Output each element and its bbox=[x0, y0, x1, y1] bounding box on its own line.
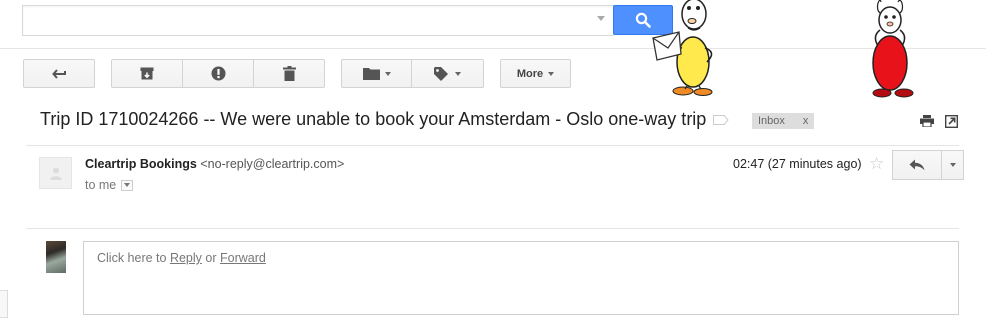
yellow-mascot-icon bbox=[652, 0, 713, 96]
new-window-icon[interactable] bbox=[945, 115, 958, 128]
sender-email: <no-reply@cleartrip.com> bbox=[200, 157, 345, 171]
red-mascot-icon bbox=[872, 0, 914, 98]
inbox-label-chip[interactable]: Inbox x bbox=[752, 113, 815, 129]
folder-icon bbox=[362, 68, 380, 80]
delete-button[interactable] bbox=[254, 59, 325, 88]
email-timestamp: 02:47 (27 minutes ago) bbox=[733, 157, 862, 171]
search-input[interactable] bbox=[22, 5, 614, 36]
search-options-dropdown[interactable] bbox=[597, 16, 605, 21]
gmail-message-view: More Trip ID 1710024266 -- We were unabl… bbox=[0, 0, 986, 335]
report-spam-icon bbox=[211, 66, 225, 81]
report-spam-button[interactable] bbox=[183, 59, 254, 88]
my-avatar bbox=[46, 241, 66, 273]
archive-icon bbox=[140, 67, 154, 80]
header-divider bbox=[0, 48, 986, 49]
chevron-down-icon bbox=[949, 163, 956, 167]
reply-box[interactable]: Click here to Reply or Forward bbox=[83, 241, 959, 315]
reply-prompt-middle: or bbox=[201, 251, 220, 265]
more-actions-button[interactable] bbox=[942, 150, 964, 180]
sender-name[interactable]: Cleartrip Bookings bbox=[85, 157, 197, 171]
side-panel-edge[interactable] bbox=[0, 290, 8, 318]
back-to-inbox-button[interactable] bbox=[23, 59, 95, 88]
recipient-line: to me bbox=[85, 178, 134, 192]
sender-line: Cleartrip Bookings <no-reply@cleartrip.c… bbox=[85, 157, 344, 171]
back-arrow-icon bbox=[52, 68, 66, 79]
body-divider bbox=[26, 228, 959, 229]
reply-button[interactable] bbox=[892, 150, 942, 180]
subject-divider bbox=[26, 145, 959, 146]
more-button[interactable]: More bbox=[500, 59, 571, 88]
email-subject: Trip ID 1710024266 -- We were unable to … bbox=[40, 109, 707, 129]
action-button-group bbox=[111, 59, 325, 88]
organize-button-group bbox=[341, 59, 484, 88]
important-marker-icon[interactable] bbox=[713, 115, 729, 125]
star-icon[interactable]: ☆ bbox=[869, 155, 884, 172]
print-icon[interactable] bbox=[920, 115, 934, 127]
archive-button[interactable] bbox=[111, 59, 183, 88]
reply-button-group bbox=[892, 150, 964, 180]
remove-label-button[interactable]: x bbox=[803, 115, 809, 127]
chevron-down-icon bbox=[548, 71, 555, 76]
recipient-text: to me bbox=[85, 178, 117, 192]
avatar[interactable] bbox=[39, 157, 72, 189]
reply-arrow-icon bbox=[909, 159, 925, 171]
label-tag-icon bbox=[434, 66, 448, 81]
chevron-down-icon bbox=[455, 71, 461, 76]
trash-icon bbox=[282, 66, 296, 81]
person-placeholder-icon bbox=[49, 167, 62, 180]
more-button-label: More bbox=[516, 67, 544, 80]
reply-prompt: Click here to Reply or Forward bbox=[97, 251, 266, 265]
labels-button[interactable] bbox=[412, 59, 484, 88]
chevron-down-icon bbox=[124, 183, 131, 187]
forward-link[interactable]: Forward bbox=[220, 251, 266, 265]
reply-prompt-prefix: Click here to bbox=[97, 251, 170, 265]
move-to-button[interactable] bbox=[341, 59, 412, 88]
chevron-down-icon bbox=[384, 71, 391, 76]
inbox-label-text: Inbox bbox=[758, 115, 785, 127]
reply-link[interactable]: Reply bbox=[170, 251, 202, 265]
show-details-button[interactable] bbox=[121, 179, 134, 191]
